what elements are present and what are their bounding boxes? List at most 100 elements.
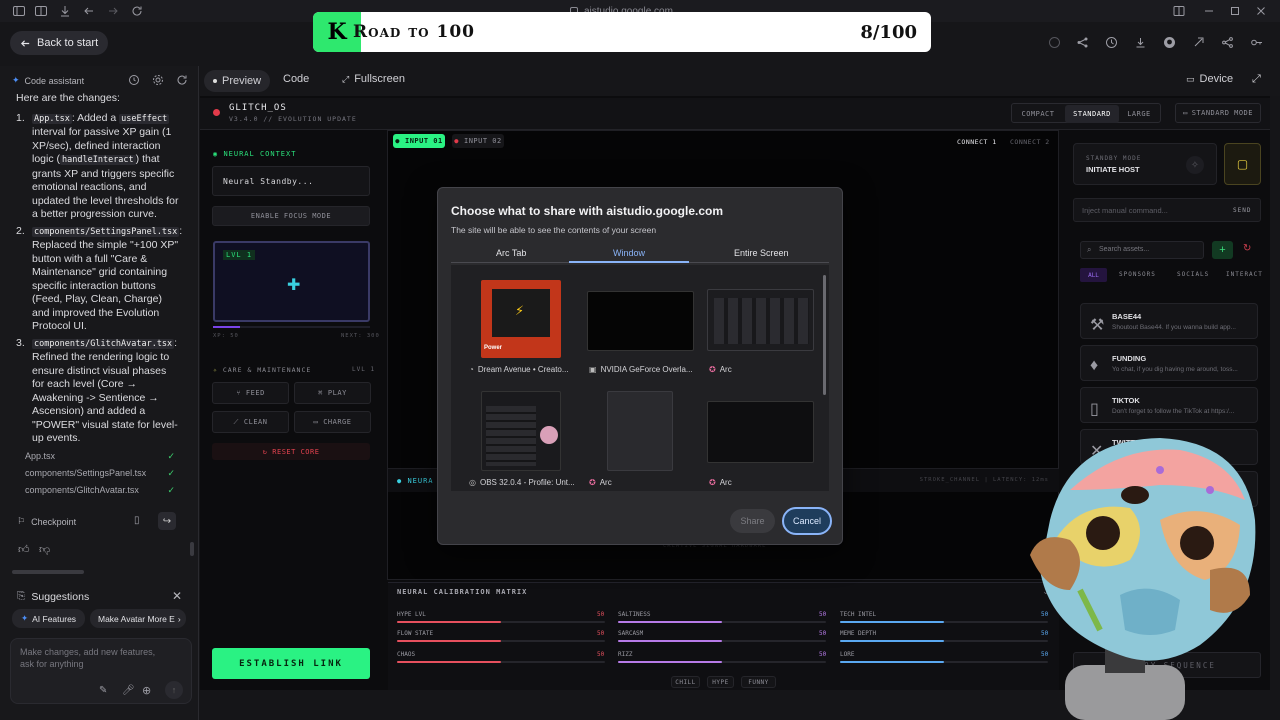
input-02-button[interactable]: ● INPUT 02 (452, 134, 504, 148)
tab-fullscreen[interactable]: ⤢ Fullscreen (342, 73, 405, 85)
back-arrow-icon[interactable] (82, 4, 96, 18)
back-to-start-button[interactable]: Back to start (10, 31, 109, 55)
arc-icon: ✪ (709, 365, 716, 374)
reload-icon[interactable] (130, 4, 144, 18)
view-mode-large[interactable]: LARGE (1121, 105, 1157, 123)
stat-value: 50 (597, 630, 605, 637)
thumbs-up-icon[interactable]: 👍︎ (18, 543, 30, 556)
tab-preview[interactable]: Preview (204, 70, 271, 92)
split-view-icon[interactable] (34, 4, 48, 18)
window-thumbnail[interactable] (481, 391, 561, 471)
cancel-button[interactable]: Cancel (782, 507, 832, 535)
maximize-icon[interactable] (1228, 4, 1242, 18)
horizontal-scrollbar[interactable] (12, 570, 84, 574)
window-label: ◎ OBS 32.0.4 - Profile: Unt... (469, 478, 575, 487)
mood-chip-hype[interactable]: HYPE (707, 676, 734, 688)
connect-1-tab[interactable]: CONNECT 1 (957, 138, 997, 146)
refresh-icon[interactable]: ↻ (1243, 243, 1251, 254)
window-thumbnail[interactable] (707, 401, 814, 463)
window-thumbnail[interactable] (707, 289, 814, 351)
forward-arrow-icon[interactable] (106, 4, 120, 18)
history-icon[interactable] (1105, 36, 1118, 49)
thumbs-down-icon[interactable]: 👎︎ (39, 543, 50, 556)
window-thumbnail[interactable] (587, 291, 694, 351)
feed-label: FEED (245, 389, 265, 397)
gear-icon[interactable] (152, 74, 164, 86)
overlay-title: Road to 100 (353, 12, 475, 52)
asset-card-funding[interactable]: ♦ FUNDING Yo chat, if you dig having me ar… (1080, 345, 1258, 381)
phone-icon: ▯ (1090, 401, 1099, 418)
reset-core-button[interactable]: ↻ RESET CORE (212, 443, 370, 460)
asset-tab-sponsors[interactable]: SPONSORS (1119, 271, 1156, 278)
view-mode-compact[interactable]: COMPACT (1013, 105, 1063, 123)
asset-card-tiktok[interactable]: ▯ TIKTOK Don't forget to follow the TikTok… (1080, 387, 1258, 423)
token-icon[interactable] (1048, 36, 1061, 49)
window-thumbnail[interactable]: ⚡ Power (481, 280, 561, 358)
mood-chip-chill[interactable]: CHILL (671, 676, 700, 688)
github-icon[interactable] (1163, 36, 1176, 49)
clean-button[interactable]: ⟋ CLEAN (212, 411, 289, 433)
close-window-icon[interactable] (1254, 4, 1268, 18)
file-row[interactable]: components/GlitchAvatar.tsx ✓ (25, 485, 175, 496)
history-icon[interactable] (128, 74, 140, 86)
back-label: Back to start (37, 37, 99, 49)
connect-2-tab[interactable]: CONNECT 2 (1010, 138, 1050, 146)
enable-focus-mode-button[interactable]: ENABLE FOCUS MODE (212, 206, 370, 226)
expand-icon[interactable]: ⤢ (1252, 73, 1261, 86)
charge-button[interactable]: ▭ CHARGE (294, 411, 371, 433)
asset-search-input[interactable]: ⌕ Search assets... (1080, 241, 1204, 259)
restore-icon[interactable]: ↪ (158, 512, 176, 530)
file-row[interactable]: App.tsx ✓ (25, 451, 175, 462)
download-icon[interactable] (58, 4, 72, 18)
stat-slider-fill (840, 661, 944, 663)
minimize-icon[interactable] (1202, 4, 1216, 18)
magic-wand-icon[interactable]: ✎ (99, 685, 107, 696)
establish-link-button[interactable]: ESTABLISH LINK (212, 648, 370, 679)
grid-scrollbar[interactable] (823, 275, 826, 395)
command-input[interactable]: Inject manual command... SEND (1073, 198, 1261, 222)
search-placeholder: Search assets... (1099, 246, 1150, 253)
standby-mode-label: STANDBY MODE (1086, 155, 1142, 162)
share-icon[interactable] (1221, 36, 1234, 49)
feed-button[interactable]: ⑂ FEED (212, 382, 289, 404)
tab-code[interactable]: Code (283, 73, 309, 85)
rocket-icon[interactable] (1192, 36, 1205, 49)
sidebar-toggle-icon[interactable] (12, 4, 26, 18)
share-nodes-icon[interactable] (1076, 36, 1089, 49)
copy-icon[interactable]: ▯ (134, 515, 140, 526)
add-asset-button[interactable]: + (1212, 241, 1233, 259)
send-button[interactable]: SEND (1233, 207, 1251, 214)
file-code: handleInteract (60, 155, 136, 165)
device-selector[interactable]: ▭ Device (1186, 73, 1233, 85)
stat-slider-fill (397, 621, 501, 623)
file-row[interactable]: components/SettingsPanel.tsx ✓ (25, 468, 175, 479)
asset-tab-all[interactable]: ALL (1080, 268, 1107, 282)
mood-chip-funny[interactable]: FUNNY (741, 676, 776, 688)
asset-tab-socials[interactable]: SOCIALS (1177, 271, 1209, 278)
window-layout-icon[interactable] (1172, 4, 1186, 18)
send-arrow-icon[interactable]: ↑ (165, 681, 183, 699)
share-button[interactable]: Share (730, 509, 775, 533)
expand-icon: ⤢ (342, 73, 350, 84)
neural-context-text: NEURAL CONTEXT (223, 150, 297, 158)
standby-card[interactable]: STANDBY MODE INITIATE HOST ✧ (1073, 143, 1217, 185)
microphone-icon[interactable]: 🎤︎ (122, 685, 135, 696)
view-mode-standard[interactable]: STANDARD (1065, 105, 1119, 123)
download-icon[interactable] (1134, 36, 1147, 49)
refresh-icon[interactable] (176, 74, 188, 86)
standard-mode-button[interactable]: ▭ STANDARD MODE (1175, 103, 1261, 123)
vertical-scrollbar[interactable] (190, 542, 194, 556)
checkpoint-row[interactable]: ⚐ Checkpoint (17, 516, 76, 527)
play-button[interactable]: ⌘ PLAY (294, 382, 371, 404)
chat-icon[interactable]: ▢ (1224, 143, 1261, 185)
window-thumbnail[interactable] (607, 391, 673, 471)
prompt-input[interactable]: Make changes, add new features, ask for … (10, 638, 192, 704)
suggestion-chip[interactable]: ✦ AI Features (12, 609, 86, 628)
suggestion-chip[interactable]: Make Avatar More E › (90, 609, 186, 628)
close-icon[interactable]: ✕ (172, 589, 182, 603)
settings-key-icon[interactable] (1250, 36, 1263, 49)
input-01-button[interactable]: ● INPUT 01 (393, 134, 445, 148)
asset-card-base44[interactable]: ⚒ BASE44 Shoutout Base44. If you wanna bui… (1080, 303, 1258, 339)
add-icon[interactable]: ⊕ (142, 684, 151, 697)
asset-tab-interact[interactable]: INTERACT (1226, 271, 1263, 278)
